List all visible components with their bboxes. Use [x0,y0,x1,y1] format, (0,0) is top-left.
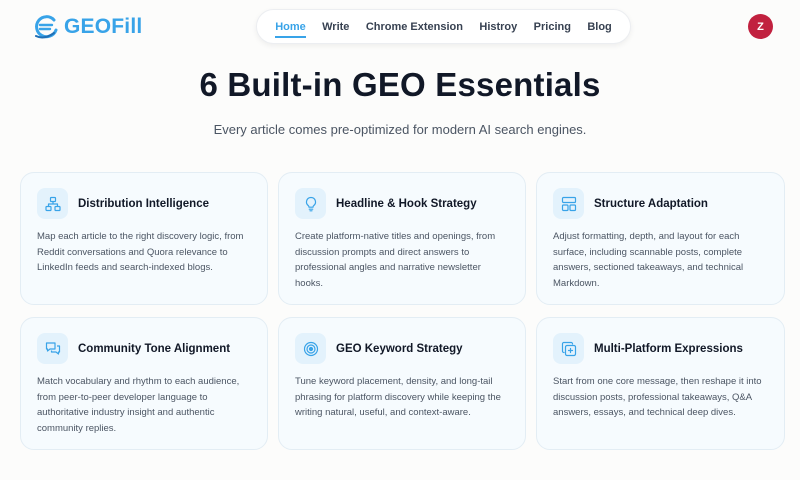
page-title: 6 Built-in GEO Essentials [199,66,601,103]
card-description: Adjust formatting, depth, and layout for… [553,231,744,289]
nav-item-history[interactable]: Histroy [479,19,517,35]
geofill-logo-icon [35,15,58,39]
nav-item-pricing[interactable]: Pricing [534,19,571,35]
layout-icon [553,188,584,219]
card-title: Structure Adaptation [594,197,708,210]
lightbulb-icon [295,188,326,219]
page-subtitle: Every article comes pre-optimized for mo… [213,122,587,137]
card-description: Match vocabulary and rhythm to each audi… [37,376,240,434]
feature-card-headline: Headline & Hook Strategy Create platform… [278,172,526,305]
chat-icon [37,333,68,364]
copy-plus-icon [553,333,584,364]
card-title: Community Tone Alignment [78,342,231,355]
target-icon [295,333,326,364]
user-avatar[interactable]: Z [748,14,773,39]
card-description: Map each article to the right discovery … [37,231,244,273]
feature-card-geo-keyword: GEO Keyword Strategy Tune keyword placem… [278,317,526,450]
nav-item-chrome-extension[interactable]: Chrome Extension [366,19,463,35]
feature-card-distribution: Distribution Intelligence Map each artic… [20,172,268,305]
nav-item-home[interactable]: Home [275,19,306,38]
feature-card-structure: Structure Adaptation Adjust formatting, … [536,172,785,305]
nav-item-blog[interactable]: Blog [587,19,611,35]
card-description: Tune keyword placement, density, and lon… [295,376,501,418]
feature-card-multi-platform: Multi-Platform Expressions Start from on… [536,317,785,450]
card-description: Create platform-native titles and openin… [295,231,496,289]
main-nav: Home Write Chrome Extension Histroy Pric… [256,9,631,44]
brand-logo[interactable]: GEOFill [32,14,142,40]
feature-grid: Distribution Intelligence Map each artic… [20,172,785,450]
card-title: Distribution Intelligence [78,197,209,210]
card-title: Multi-Platform Expressions [594,342,743,355]
nav-item-write[interactable]: Write [322,19,349,35]
card-title: GEO Keyword Strategy [336,342,463,355]
sitemap-icon [37,188,68,219]
feature-card-community-tone: Community Tone Alignment Match vocabular… [20,317,268,450]
card-title: Headline & Hook Strategy [336,197,477,210]
brand-name: GEOFill [64,15,143,38]
card-description: Start from one core message, then reshap… [553,376,762,418]
